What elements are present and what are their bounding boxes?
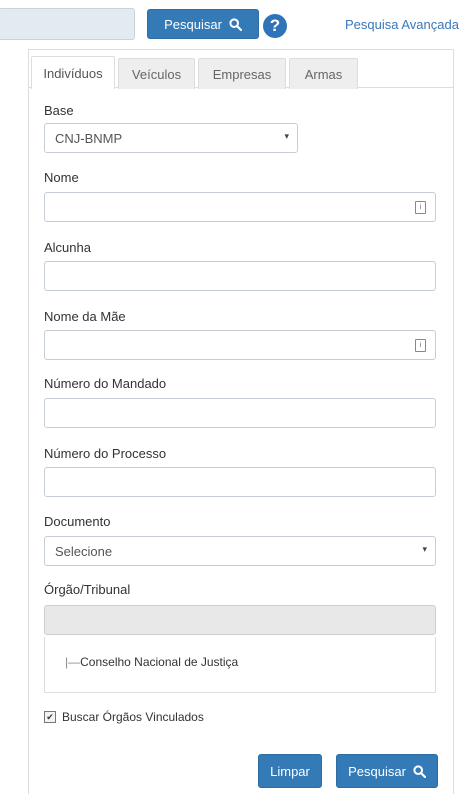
tab-individuos-label: Indivíduos <box>43 66 102 81</box>
vinculados-label: Buscar Órgãos Vinculados <box>62 710 204 724</box>
search-button-label: Pesquisar <box>348 764 406 779</box>
base-select[interactable]: CNJ-BNMP ▾ <box>44 123 298 153</box>
orgao-field <box>44 605 436 635</box>
alcunha-field[interactable] <box>44 261 436 291</box>
base-label: Base <box>44 103 74 118</box>
vinculados-checkbox-row[interactable]: ✔ Buscar Órgãos Vinculados <box>44 710 204 724</box>
nome-field[interactable]: i <box>44 192 436 222</box>
chevron-down-icon: ▾ <box>422 544 427 555</box>
processo-field[interactable] <box>44 467 436 497</box>
chevron-down-icon: ▾ <box>284 131 289 142</box>
top-bar: Pesquisar ? Pesquisa Avançada▾ <box>0 0 463 38</box>
tab-empresas[interactable]: Empresas <box>198 58 286 89</box>
search-icon <box>413 765 426 778</box>
documento-select[interactable]: Selecione ▾ <box>44 536 436 566</box>
tree-item-label: Conselho Nacional de Justiça <box>80 655 238 669</box>
processo-label: Número do Processo <box>44 446 166 461</box>
search-button[interactable]: Pesquisar <box>336 754 438 788</box>
question-circle-icon[interactable]: ? <box>263 14 287 38</box>
mandado-label: Número do Mandado <box>44 376 166 391</box>
clear-button[interactable]: Limpar <box>258 754 322 788</box>
orgao-label: Órgão/Tribunal <box>44 582 130 597</box>
tab-individuos[interactable]: Indivíduos <box>31 56 115 89</box>
base-select-value: CNJ-BNMP <box>55 131 122 146</box>
info-icon[interactable]: i <box>415 201 426 214</box>
tree-item[interactable]: |—Conselho Nacional de Justiça <box>65 655 238 669</box>
info-icon[interactable]: i <box>415 339 426 352</box>
advanced-search-label: Pesquisa Avançada <box>345 17 459 32</box>
top-search-label: Pesquisar <box>164 17 222 32</box>
clear-button-label: Limpar <box>270 764 310 779</box>
nome-mae-field[interactable]: i <box>44 330 436 360</box>
tab-armas-label: Armas <box>305 67 343 82</box>
tab-veiculos[interactable]: Veículos <box>118 58 195 89</box>
documento-select-value: Selecione <box>55 544 112 559</box>
nome-mae-label: Nome da Mãe <box>44 309 126 324</box>
alcunha-label: Alcunha <box>44 240 91 255</box>
orgao-tree: |—Conselho Nacional de Justiça <box>44 637 436 693</box>
search-icon <box>229 18 242 31</box>
quick-search-input[interactable] <box>0 8 135 40</box>
tab-veiculos-label: Veículos <box>132 67 181 82</box>
documento-label: Documento <box>44 514 110 529</box>
tab-armas[interactable]: Armas <box>289 58 358 89</box>
tree-connector: |— <box>65 655 80 669</box>
nome-label: Nome <box>44 170 79 185</box>
tab-empresas-label: Empresas <box>213 67 272 82</box>
advanced-search-link[interactable]: Pesquisa Avançada▾ <box>345 17 463 32</box>
top-search-button[interactable]: Pesquisar <box>147 9 259 39</box>
vinculados-checkbox[interactable]: ✔ <box>44 711 56 723</box>
mandado-field[interactable] <box>44 398 436 428</box>
